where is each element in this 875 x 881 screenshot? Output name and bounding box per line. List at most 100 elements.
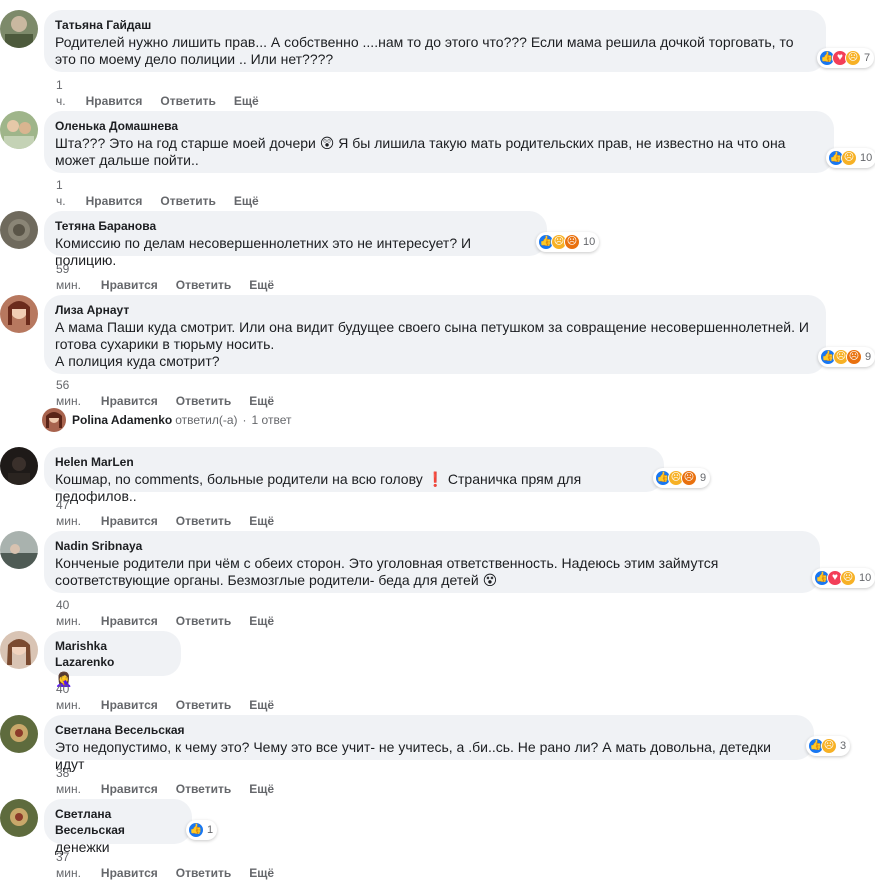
comment-author[interactable]: Тетяна Баранова	[55, 218, 535, 234]
reply-button[interactable]: Ответить	[160, 194, 215, 208]
comment-author[interactable]: Оленька Домашнева	[55, 118, 822, 134]
reply-button[interactable]: Ответить	[176, 782, 231, 796]
like-button[interactable]: Нравится	[101, 866, 158, 880]
comment-actions: 56 мин. Нравится Ответить Ещё	[56, 377, 292, 409]
comment-author[interactable]: Helen MarLen	[55, 454, 652, 470]
reply-button[interactable]: Ответить	[176, 278, 231, 292]
comment-actions: 38 мин. Нравится Ответить Ещё	[56, 765, 292, 797]
reaction-count: 7	[864, 52, 871, 64]
avatar[interactable]	[0, 295, 38, 333]
separator-dot: ·	[242, 413, 247, 427]
like-button[interactable]: Нравится	[101, 782, 158, 796]
like-button[interactable]: Нравится	[101, 698, 158, 712]
avatar[interactable]	[0, 799, 38, 837]
comment-text-part: Шта??? Это на год старше моей дочери	[55, 135, 316, 151]
reactions-badge[interactable]: 👍 ☹ ☹ 9	[818, 347, 875, 367]
avatar[interactable]	[0, 111, 38, 149]
reply-button[interactable]: Ответить	[160, 94, 215, 108]
more-button[interactable]: Ещё	[249, 866, 274, 880]
more-button[interactable]: Ещё	[249, 514, 274, 528]
reply-verb: ответил(-а)	[175, 413, 238, 427]
view-replies-link[interactable]: Polina Adamenko ответил(-а) · 1 ответ	[42, 408, 291, 432]
more-button[interactable]: Ещё	[249, 278, 274, 292]
comment-actions: 47 мин. Нравится Ответить Ещё	[56, 497, 292, 529]
comment-time[interactable]: 1 ч.	[56, 178, 66, 208]
avatar[interactable]	[0, 10, 38, 48]
more-button[interactable]: Ещё	[234, 94, 259, 108]
reply-button[interactable]: Ответить	[176, 514, 231, 528]
reaction-count: 10	[859, 572, 872, 584]
more-button[interactable]: Ещё	[249, 782, 274, 796]
comment-bubble: Лиза Арнаут А мама Паши куда смотрит. Ил…	[44, 295, 826, 374]
angry-reaction-icon: ☹	[681, 470, 697, 486]
comment-time[interactable]: 38 мин.	[56, 766, 81, 796]
reaction-count: 1	[207, 824, 214, 836]
comment-author[interactable]: Лиза Арнаут	[55, 302, 814, 318]
reply-button[interactable]: Ответить	[176, 698, 231, 712]
avatar[interactable]	[0, 715, 38, 753]
reactions-badge[interactable]: 👍 ☹ 10	[826, 148, 875, 168]
comment-time[interactable]: 1 ч.	[56, 78, 66, 108]
comment-bubble: Татьяна Гайдаш Родителей нужно лишить пр…	[44, 10, 826, 72]
comment-actions: 40 мин. Нравится Ответить Ещё	[56, 681, 292, 713]
like-button[interactable]: Нравится	[101, 614, 158, 628]
comment-author[interactable]: Светлана Весельская	[55, 806, 180, 838]
sad-reaction-icon: ☹	[821, 738, 837, 754]
more-button[interactable]: Ещё	[249, 698, 274, 712]
reactions-badge[interactable]: 👍 ♥ ☹ 7	[817, 48, 875, 68]
comment-time[interactable]: 59 мин.	[56, 262, 81, 292]
more-button[interactable]: Ещё	[234, 194, 259, 208]
comment-bubble: Marishka Lazarenko 🤦‍♀️	[44, 631, 181, 687]
reactions-badge[interactable]: 👍 1	[186, 820, 218, 840]
reaction-count: 9	[700, 472, 707, 484]
reply-button[interactable]: Ответить	[176, 394, 231, 408]
comment-time[interactable]: 40 мин.	[56, 598, 81, 628]
like-reaction-icon: 👍	[188, 822, 204, 838]
comment-time[interactable]: 47 мин.	[56, 498, 81, 528]
reply-button[interactable]: Ответить	[176, 866, 231, 880]
reaction-count: 3	[840, 740, 847, 752]
reactions-badge[interactable]: 👍 ♥ ☹ 10	[812, 568, 875, 588]
like-button[interactable]: Нравится	[101, 278, 158, 292]
avatar[interactable]	[0, 447, 38, 485]
sad-reaction-icon: ☹	[845, 50, 861, 66]
more-button[interactable]: Ещё	[249, 394, 274, 408]
reactions-badge[interactable]: 👍 ☹ ☹ 10	[536, 232, 600, 252]
angry-reaction-icon: ☹	[846, 349, 862, 365]
comment-time[interactable]: 40 мин.	[56, 682, 81, 712]
comment-text: Конченые родители при чём с обеих сторон…	[55, 555, 808, 589]
like-button[interactable]: Нравится	[101, 394, 158, 408]
reaction-count: 10	[860, 152, 873, 164]
like-button[interactable]: Нравится	[86, 194, 143, 208]
comment-actions: 37 мин. Нравится Ответить Ещё	[56, 849, 292, 881]
comment-actions: 1 ч. Нравится Ответить Ещё	[56, 77, 277, 109]
astonished-emoji-icon: 😲	[319, 135, 335, 151]
comment-bubble: Светлана Весельская денежки	[44, 799, 192, 855]
reaction-count: 10	[583, 236, 596, 248]
more-button[interactable]: Ещё	[249, 614, 274, 628]
comment-author[interactable]: Светлана Весельская	[55, 722, 802, 738]
comment-time[interactable]: 56 мин.	[56, 378, 81, 408]
like-button[interactable]: Нравится	[101, 514, 158, 528]
comment-actions: 40 мин. Нравится Ответить Ещё	[56, 597, 292, 629]
reply-count[interactable]: 1 ответ	[252, 413, 292, 427]
reply-author[interactable]: Polina Adamenko	[72, 413, 172, 427]
avatar[interactable]	[0, 531, 38, 569]
comment-text: Шта??? Это на год старше моей дочери 😲 Я…	[55, 135, 822, 169]
avatar[interactable]	[0, 211, 38, 249]
avatar[interactable]	[0, 631, 38, 669]
comment-author[interactable]: Татьяна Гайдаш	[55, 17, 814, 33]
comment-bubble: Светлана Весельская Это недопустимо, к ч…	[44, 715, 814, 772]
like-button[interactable]: Нравится	[86, 94, 143, 108]
comment-author[interactable]: Nadin Sribnaya	[55, 538, 808, 554]
comment-author[interactable]: Marishka Lazarenko	[55, 638, 169, 670]
reactions-badge[interactable]: 👍 ☹ 3	[806, 736, 851, 756]
comment-bubble: Nadin Sribnaya Конченые родители при чём…	[44, 531, 820, 593]
angry-reaction-icon: ☹	[564, 234, 580, 250]
comment-bubble: Тетяна Баранова Комиссию по делам несове…	[44, 211, 547, 268]
reactions-badge[interactable]: 👍 ☹ ☹ 9	[653, 468, 711, 488]
comment-actions: 1 ч. Нравится Ответить Ещё	[56, 177, 277, 209]
reaction-count: 9	[865, 351, 872, 363]
comment-bubble: Helen MarLen Кошмар, no comments, больны…	[44, 447, 664, 504]
reply-button[interactable]: Ответить	[176, 614, 231, 628]
